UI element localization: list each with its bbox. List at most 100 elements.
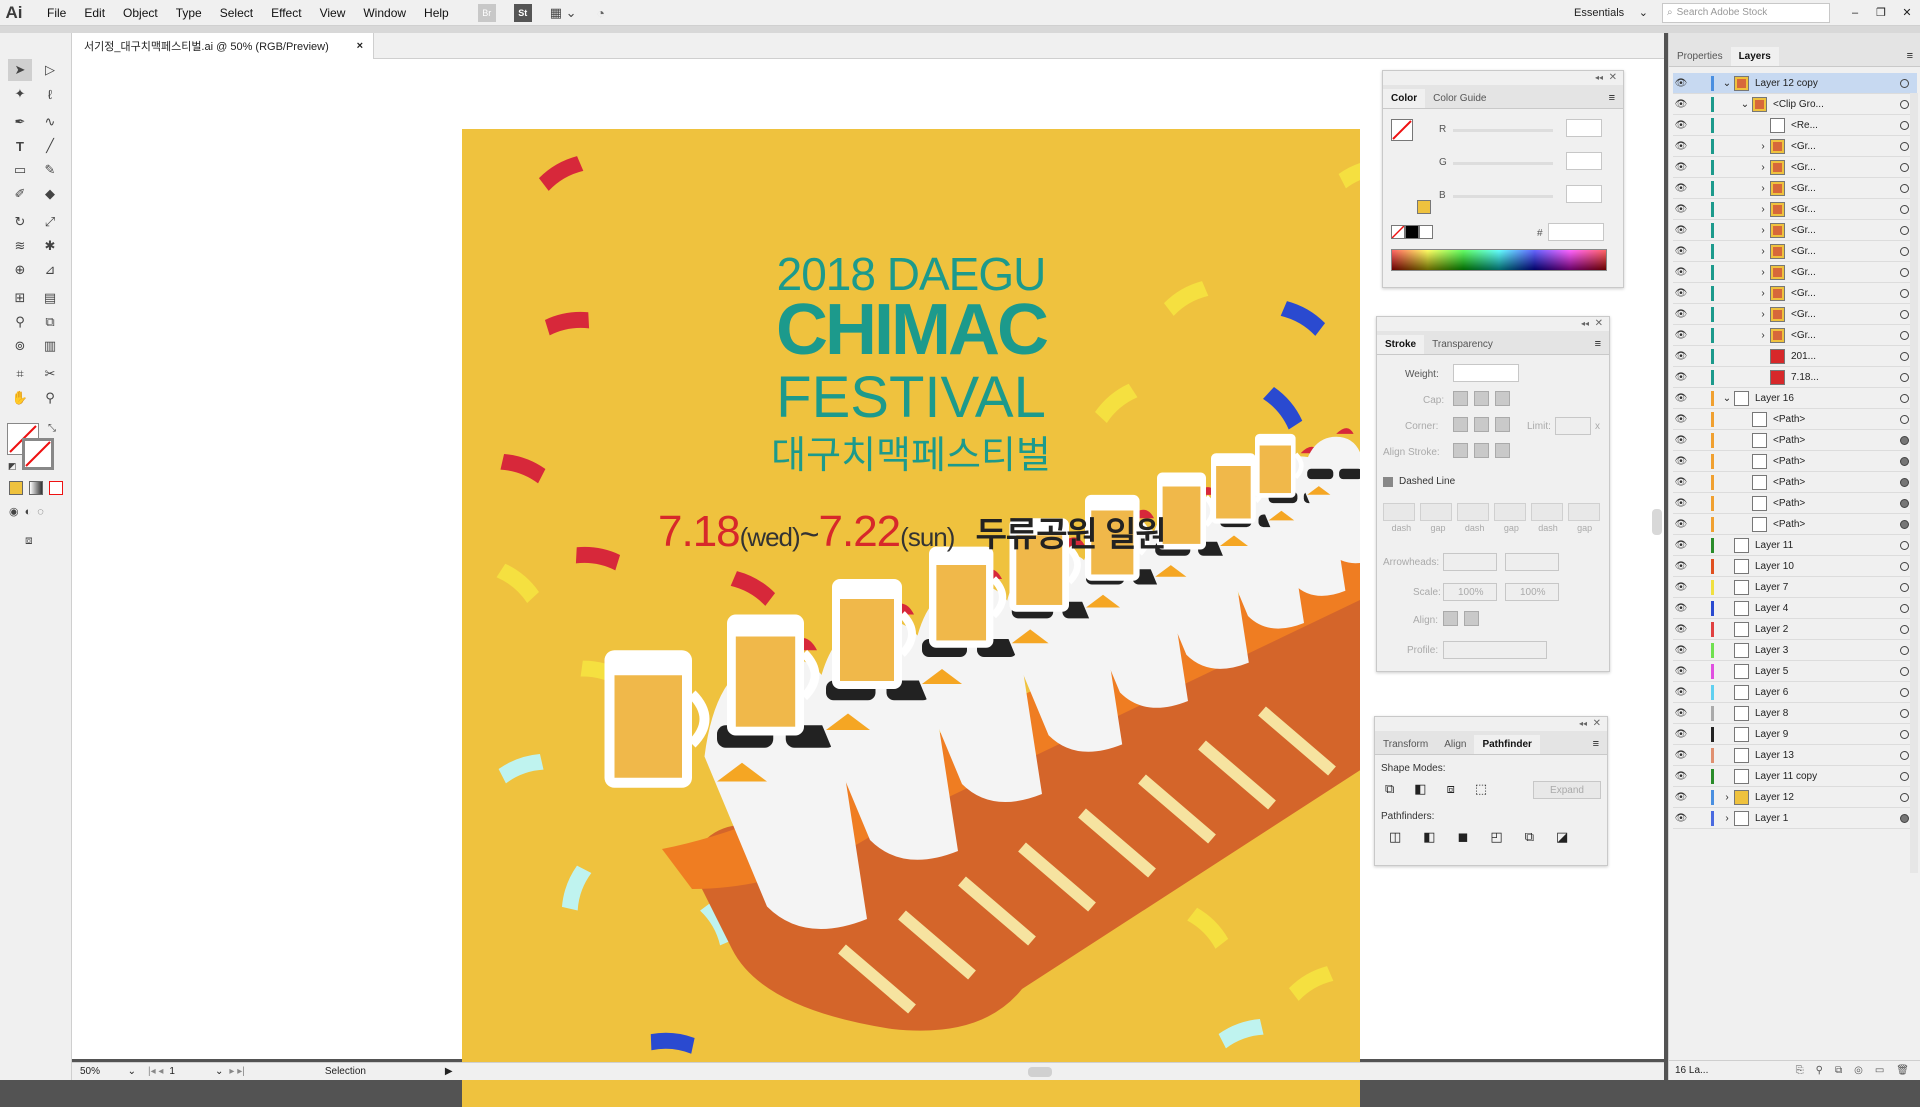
close-tab-icon[interactable]: × [357,40,363,52]
layer-row[interactable]: 👁 Layer 5 [1673,661,1917,682]
target-circle-icon[interactable] [1900,372,1909,382]
expand-arrow-icon[interactable]: › [1756,330,1770,341]
target-circle-icon[interactable] [1900,540,1909,550]
layer-row[interactable]: 👁 Layer 11 copy [1673,766,1917,787]
layer-row[interactable]: 👁 › <Gr... [1673,262,1917,283]
target-circle-icon[interactable] [1900,771,1909,781]
menu-view[interactable]: View [311,6,355,20]
expand-button[interactable]: Expand [1533,781,1601,799]
visibility-eye-icon[interactable]: 👁 [1673,225,1689,236]
dash-gap-input[interactable] [1420,503,1452,521]
layer-row[interactable]: 👁 › <Gr... [1673,199,1917,220]
tab-stroke[interactable]: Stroke [1377,335,1425,354]
restore-button[interactable]: ❐ [1868,6,1894,19]
arrange-documents-icon[interactable]: ▦ ⌄ [550,5,577,21]
visibility-eye-icon[interactable]: 👁 [1673,792,1689,803]
target-circle-icon[interactable] [1900,225,1909,235]
expand-arrow-icon[interactable]: ⌄ [1738,99,1752,110]
horizontal-scrollbar-thumb[interactable] [1027,1066,1052,1077]
visibility-eye-icon[interactable]: 👁 [1673,582,1689,593]
layers-scrollbar[interactable] [1910,93,1918,873]
visibility-eye-icon[interactable]: 👁 [1673,414,1689,425]
pen-tool-icon[interactable]: ✒ [8,111,32,133]
limit-input[interactable] [1555,417,1591,435]
dash-gap-input[interactable] [1531,503,1563,521]
color-fill-indicator[interactable] [1391,119,1413,141]
target-circle-icon[interactable] [1900,603,1909,613]
search-field[interactable]: ⌕ Search Adobe Stock [1662,2,1830,23]
target-circle-icon[interactable] [1900,561,1909,571]
dash-gap-input[interactable] [1383,503,1415,521]
b-input[interactable] [1566,185,1602,203]
collapse-panel-icon[interactable]: ◂◂ [1595,73,1603,82]
target-circle-icon[interactable] [1900,729,1909,739]
blend-tool-icon[interactable]: ⧉ [38,311,62,333]
close-panel-icon[interactable]: ✕ [1595,318,1603,329]
target-circle-icon[interactable] [1900,351,1909,361]
shape-builder-tool-icon[interactable]: ⊕ [8,259,32,281]
outline-icon[interactable]: ⧉ [1525,829,1534,845]
drawing-modes-icon[interactable]: ◉◐◌ [9,505,50,518]
layer-row[interactable]: 👁 201... [1673,346,1917,367]
visibility-eye-icon[interactable]: 👁 [1673,162,1689,173]
panel-menu-icon[interactable]: ≡ [1585,734,1607,754]
target-circle-icon[interactable] [1900,456,1909,466]
menu-edit[interactable]: Edit [75,6,114,20]
visibility-eye-icon[interactable]: 👁 [1673,456,1689,467]
dash-gap-input[interactable] [1568,503,1600,521]
menu-help[interactable]: Help [415,6,458,20]
panel-menu-icon[interactable]: ≡ [1899,46,1920,66]
visibility-eye-icon[interactable]: 👁 [1673,99,1689,110]
expand-arrow-icon[interactable]: › [1756,141,1770,152]
shaper-tool-icon[interactable]: ✐ [8,183,32,205]
layer-row[interactable]: 👁 Layer 8 [1673,703,1917,724]
dash-gap-input[interactable] [1457,503,1489,521]
selection-tool-icon[interactable]: ➤ [8,59,32,81]
expand-arrow-icon[interactable]: › [1756,246,1770,257]
expand-arrow-icon[interactable]: › [1720,813,1734,824]
visibility-eye-icon[interactable]: 👁 [1673,750,1689,761]
black-swatch[interactable] [1405,225,1419,239]
zoom-tool-icon[interactable]: ⚲ [38,387,62,409]
out-of-gamut-swatch[interactable] [1417,200,1431,214]
minus-back-icon[interactable]: ◪ [1556,829,1568,845]
direct-selection-tool-icon[interactable]: ▷ [38,59,62,81]
artboard-number-field[interactable]: 1 ⌄ [169,1066,223,1077]
puppet-warp-tool-icon[interactable]: ✱ [38,235,62,257]
layer-row[interactable]: 👁 › <Gr... [1673,136,1917,157]
type-tool-icon[interactable]: T [8,135,32,157]
close-panel-icon[interactable]: ✕ [1609,72,1617,83]
exclude-icon[interactable]: ⬚ [1475,781,1487,797]
layer-row[interactable]: 👁 › <Gr... [1673,157,1917,178]
column-graph-tool-icon[interactable]: ▥ [38,335,62,357]
layer-row[interactable]: 👁 › <Gr... [1673,220,1917,241]
layer-row[interactable]: 👁 7.18... [1673,367,1917,388]
target-circle-icon[interactable] [1900,120,1909,130]
document-tab[interactable]: 서기정_대구치맥페스티벌.ai @ 50% (RGB/Preview) × [72,33,374,59]
layer-row[interactable]: 👁 <Re... [1673,115,1917,136]
layer-row[interactable]: 👁 <Path> [1673,451,1917,472]
default-fill-stroke-icon[interactable]: ◩ [8,461,17,472]
width-tool-icon[interactable]: ≋ [8,235,32,257]
target-circle-icon[interactable] [1900,204,1909,214]
visibility-eye-icon[interactable]: 👁 [1673,729,1689,740]
tab-properties[interactable]: Properties [1669,47,1731,66]
tab-color[interactable]: Color [1383,89,1426,108]
layer-row[interactable]: 👁 <Path> [1673,409,1917,430]
align-stroke-buttons[interactable] [1453,443,1516,461]
target-circle-icon[interactable] [1900,813,1909,823]
layer-footer-icons[interactable]: ⎘⚲⧉◎▭🗑 [1796,1065,1920,1076]
target-circle-icon[interactable] [1900,750,1909,760]
swap-fill-stroke-icon[interactable]: ⤡ [48,423,56,434]
visibility-eye-icon[interactable]: 👁 [1673,393,1689,404]
eyedropper-tool-icon[interactable]: ⚲ [8,311,32,333]
layer-row[interactable]: 👁 Layer 10 [1673,556,1917,577]
visibility-eye-icon[interactable]: 👁 [1673,708,1689,719]
layer-row[interactable]: 👁 ⌄ Layer 12 copy [1673,73,1917,94]
g-input[interactable] [1566,152,1602,170]
collapse-panel-icon[interactable]: ◂◂ [1579,719,1587,728]
layer-row[interactable]: 👁 ⌄ <Clip Gro... [1673,94,1917,115]
target-circle-icon[interactable] [1900,78,1909,88]
target-circle-icon[interactable] [1900,141,1909,151]
color-spectrum[interactable] [1391,249,1607,271]
